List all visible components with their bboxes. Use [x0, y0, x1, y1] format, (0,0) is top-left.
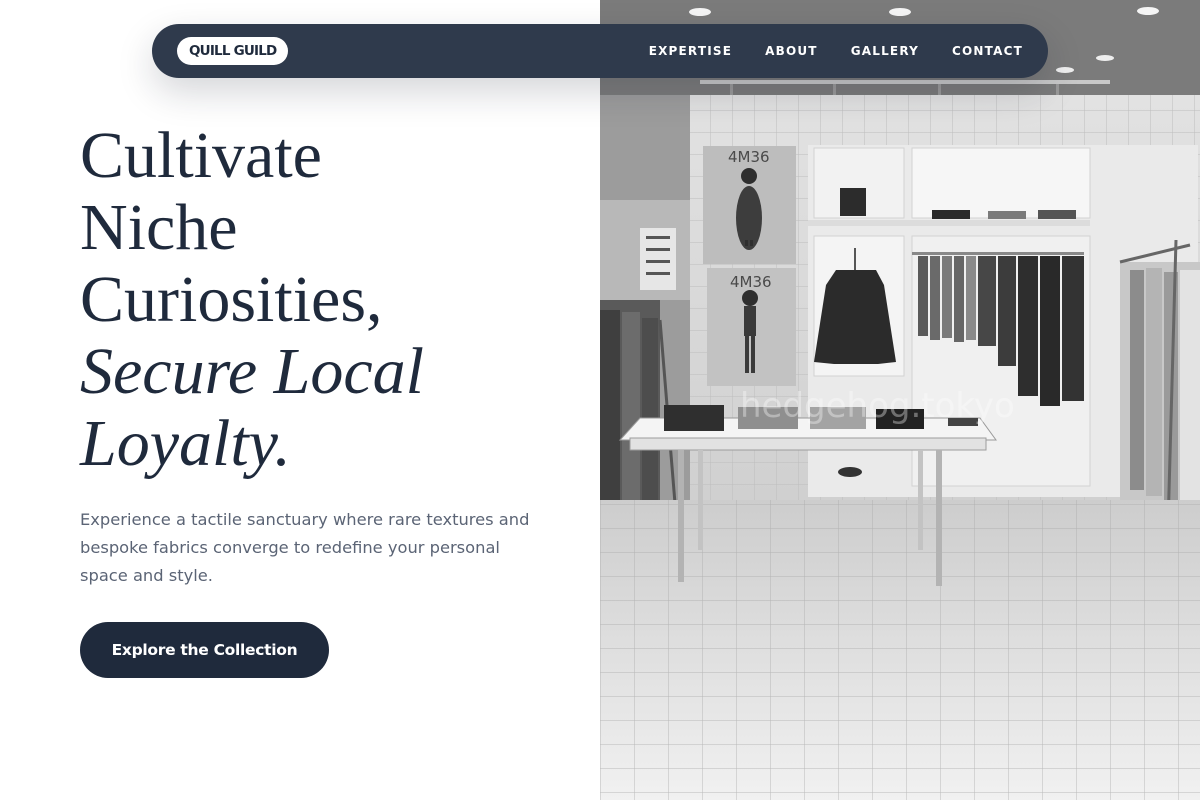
nav-link-gallery[interactable]: GALLERY	[851, 44, 919, 58]
hero-store-photo: 4M36 4M36 hedgehog.tokyo	[600, 0, 1200, 800]
headline-italic-line: Secure Local	[80, 335, 424, 408]
nav-link-about[interactable]: ABOUT	[765, 44, 818, 58]
hero-subtext: Experience a tactile sanctuary where rar…	[80, 510, 530, 585]
headline-italic-line: Loyalty.	[80, 407, 291, 480]
nav-links: EXPERTISE ABOUT GALLERY CONTACT	[649, 24, 1023, 78]
nav-link-contact[interactable]: CONTACT	[952, 44, 1023, 58]
poster-text: 4M36	[728, 148, 770, 166]
top-navbar: QUILL GUILD EXPERTISE ABOUT GALLERY CONT…	[152, 24, 1048, 78]
headline-line: Niche	[80, 191, 238, 264]
hero-headline: Cultivate Niche Curiosities, Secure Loca…	[80, 120, 424, 480]
headline-line: Curiosities,	[80, 263, 383, 336]
nav-link-expertise[interactable]: EXPERTISE	[649, 44, 732, 58]
explore-collection-button[interactable]: Explore the Collection	[80, 622, 329, 678]
headline-line: Cultivate	[80, 119, 322, 192]
image-watermark: hedgehog.tokyo	[740, 386, 1015, 426]
poster-text: 4M36	[730, 273, 772, 291]
brand-logo[interactable]: QUILL GUILD	[177, 37, 289, 65]
